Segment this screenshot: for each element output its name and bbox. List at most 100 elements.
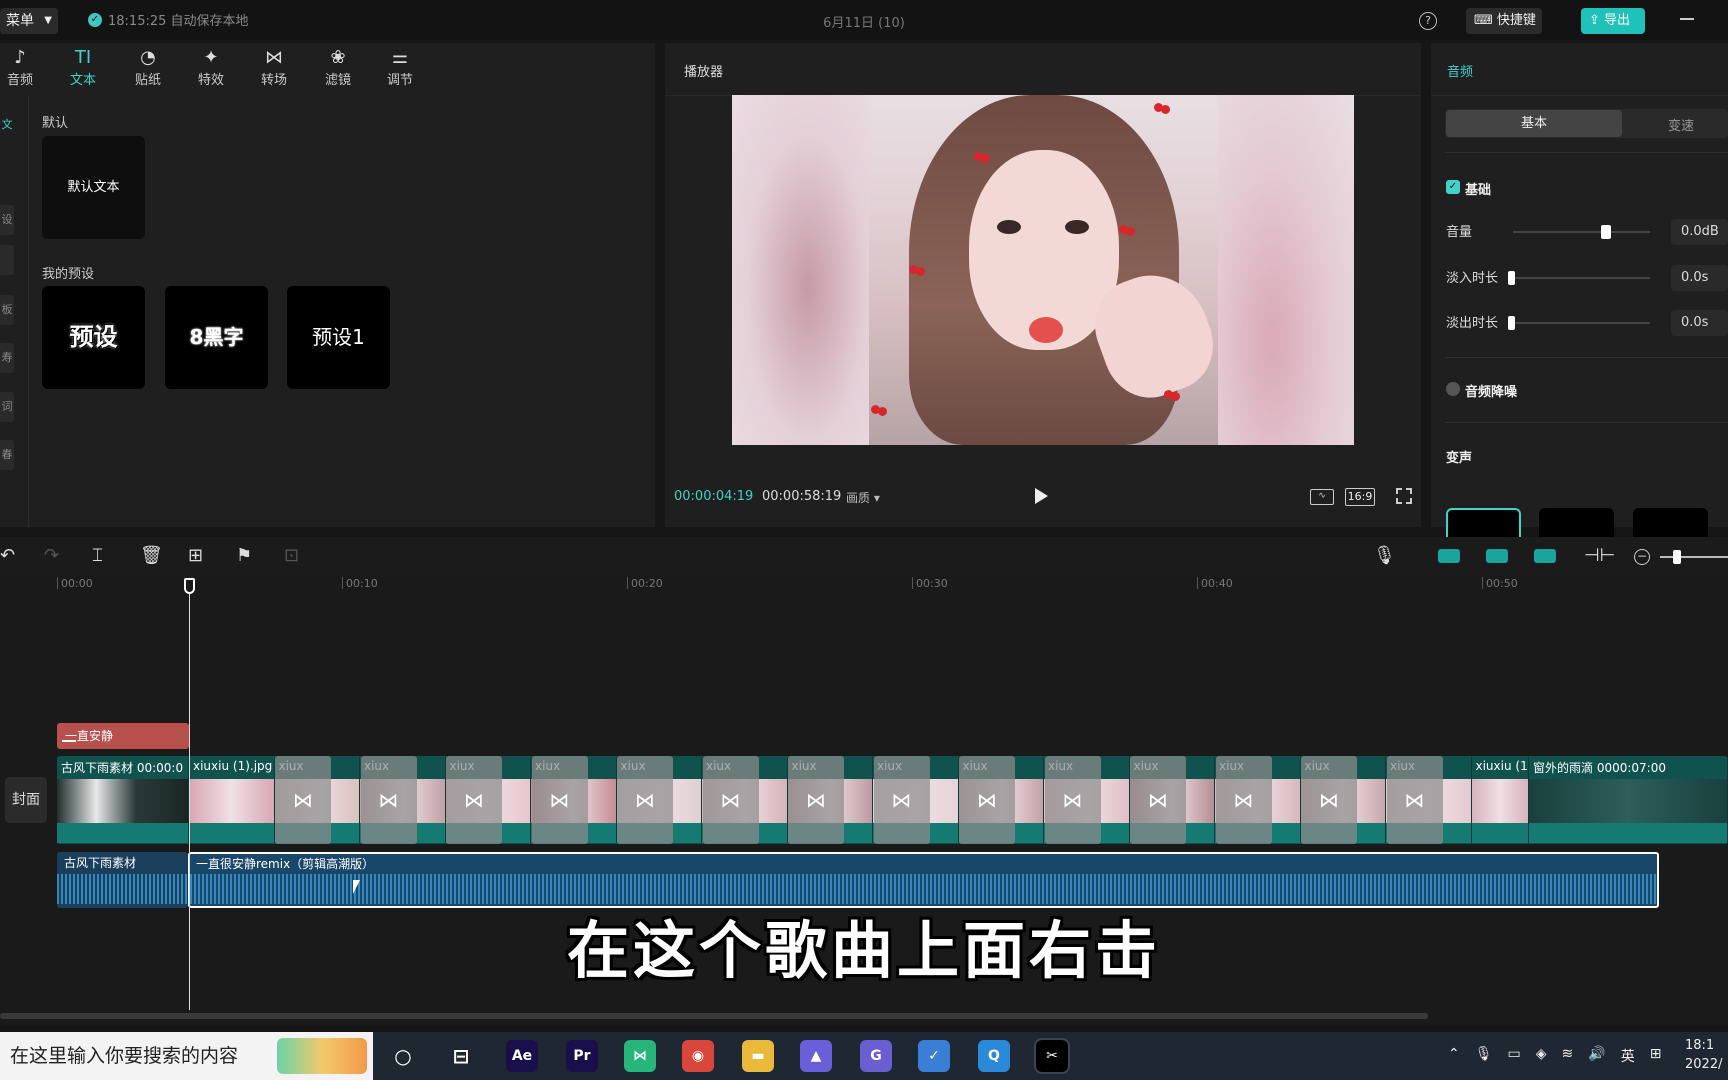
undo-icon[interactable]: ↶ xyxy=(0,547,15,565)
tab-sparkle[interactable]: ✦ 特效 xyxy=(183,47,239,88)
play-icon[interactable] xyxy=(1035,488,1048,504)
transition-icon[interactable]: ⋈ xyxy=(275,756,331,844)
zoom-out-icon[interactable]: − xyxy=(1634,549,1650,565)
chrome-icon[interactable]: ◉ xyxy=(682,1040,714,1072)
voice-option[interactable] xyxy=(1633,508,1708,538)
redo-icon[interactable]: ↷ xyxy=(44,547,59,565)
delete-icon[interactable]: 🗑 xyxy=(140,547,163,565)
transition-icon[interactable]: ⋈ xyxy=(617,756,673,844)
fadein-value[interactable]: 0.0s xyxy=(1671,265,1728,291)
volume-value[interactable]: 0.0dB xyxy=(1671,219,1728,245)
sidebar-item[interactable]: 文 xyxy=(0,110,14,140)
fullscreen-icon[interactable] xyxy=(1396,488,1412,504)
video-clip[interactable]: xiuxiu (15).jpg xyxy=(1471,757,1529,843)
transition-icon[interactable]: ⋈ xyxy=(1301,756,1357,844)
sidebar-item[interactable]: 板 xyxy=(0,295,14,325)
text-clip[interactable]: 一直安静 xyxy=(57,723,189,749)
tab-sticker[interactable]: ◔ 贴纸 xyxy=(120,47,176,88)
transition-icon[interactable]: ⋈ xyxy=(446,756,502,844)
chevron-up-icon[interactable]: ⌃ xyxy=(1448,1046,1460,1066)
sidebar-item[interactable] xyxy=(0,245,14,275)
sidebar-item[interactable]: 设 xyxy=(0,205,14,235)
app-a-icon[interactable]: ▲ xyxy=(800,1040,832,1072)
preset-card-2[interactable]: 8黑字 xyxy=(165,286,268,389)
shortcut-button[interactable]: ⌨ 快捷键 xyxy=(1466,8,1542,34)
ime-icon[interactable]: ⊞ xyxy=(1650,1046,1662,1066)
question-circle-icon[interactable]: ? xyxy=(1419,12,1437,30)
cover-button[interactable]: 封面 xyxy=(5,777,47,823)
capcut-icon[interactable]: ✂ xyxy=(1034,1038,1070,1074)
microphone-icon[interactable]: 🎙 xyxy=(1373,547,1396,565)
video-clip[interactable]: 古风下雨素材 00:00:0 xyxy=(57,757,189,843)
fadeout-slider[interactable] xyxy=(1513,322,1650,324)
battery-icon[interactable]: ▭ xyxy=(1508,1046,1521,1066)
app-g-icon[interactable]: G xyxy=(860,1040,892,1072)
transition-icon[interactable]: ⋈ xyxy=(1386,756,1443,844)
input-language[interactable]: 英 xyxy=(1621,1046,1635,1066)
transition-icon[interactable]: ⋈ xyxy=(873,756,930,844)
transition-icon[interactable]: ⋈ xyxy=(959,756,1015,844)
sidebar-item[interactable]: 春 xyxy=(0,440,14,470)
video-clip[interactable]: 窗外的雨滴 0000:07:00 xyxy=(1529,757,1728,843)
sidebar-item[interactable]: 寿 xyxy=(0,343,14,373)
app-green-icon[interactable]: ⋈ xyxy=(624,1040,656,1072)
fadeout-slider-knob[interactable] xyxy=(1508,316,1515,330)
shield-icon[interactable]: ◈ xyxy=(1536,1046,1547,1066)
transition-icon[interactable]: ⋈ xyxy=(1130,756,1186,844)
split-icon[interactable]: ⌶ xyxy=(92,547,103,565)
folder-icon[interactable]: ▬ xyxy=(742,1040,774,1072)
tab-music[interactable]: ♪ 音频 xyxy=(0,47,48,88)
default-text-card[interactable]: 默认文本 xyxy=(42,136,145,239)
export-button[interactable]: ⇪ 导出 xyxy=(1581,8,1645,34)
timeline-scrollbar[interactable] xyxy=(0,1013,1428,1019)
voice-option-none[interactable] xyxy=(1446,508,1521,538)
crop-icon[interactable]: ⊡ xyxy=(284,547,299,565)
align-icon[interactable]: ⊣⊢ xyxy=(1584,547,1615,565)
mic-tray-icon[interactable]: 🎙 xyxy=(1475,1046,1493,1066)
link-icon[interactable] xyxy=(1486,549,1508,563)
volume-slider[interactable] xyxy=(1513,231,1650,233)
premiere-icon[interactable]: Pr xyxy=(566,1040,598,1072)
magnet-icon[interactable] xyxy=(1438,549,1460,563)
multitask-icon[interactable]: ⊟ xyxy=(445,1040,477,1072)
fadein-slider-knob[interactable] xyxy=(1508,271,1515,285)
transition-icon[interactable]: ⋈ xyxy=(702,756,759,844)
tab-transition[interactable]: ⋈ 转场 xyxy=(246,47,302,88)
zoom-slider-knob[interactable] xyxy=(1673,550,1681,564)
fadeout-value[interactable]: 0.0s xyxy=(1671,310,1728,336)
flag-icon[interactable]: ⚑ xyxy=(236,547,252,565)
app-bird-icon[interactable]: ✓ xyxy=(918,1040,950,1072)
transition-icon[interactable]: ⋈ xyxy=(1215,756,1272,844)
transition-icon[interactable]: ⋈ xyxy=(1044,756,1101,844)
volume-slider-knob[interactable] xyxy=(1601,225,1612,239)
quality-dropdown[interactable]: 画质 ▾ xyxy=(846,489,880,506)
transition-icon[interactable]: ⋈ xyxy=(531,756,588,844)
after-effects-icon[interactable]: Ae xyxy=(506,1040,538,1072)
aspect-ratio-button[interactable]: 16:9 xyxy=(1345,488,1375,506)
video-preview[interactable] xyxy=(732,95,1354,445)
checkbox-checked-icon[interactable]: ✓ xyxy=(1446,180,1460,194)
taskbar-search[interactable]: 在这里输入你要搜索的内容 xyxy=(0,1032,373,1080)
transition-icon[interactable]: ⋈ xyxy=(788,756,844,844)
minimize-icon[interactable] xyxy=(1680,18,1694,20)
fadein-slider[interactable] xyxy=(1513,277,1650,279)
wifi-icon[interactable]: ≋ xyxy=(1562,1046,1574,1066)
video-clip[interactable]: xiuxiu (1).jpg xyxy=(189,757,275,843)
tab-speed[interactable]: 变速 xyxy=(1668,115,1694,134)
preview-axis-icon[interactable] xyxy=(1534,549,1556,563)
sidebar-item[interactable]: 词 xyxy=(0,392,14,422)
zoom-slider[interactable] xyxy=(1660,556,1728,558)
freeze-icon[interactable]: ⊞ xyxy=(188,547,203,565)
volume-icon[interactable]: 🔊 xyxy=(1588,1046,1605,1066)
voice-option[interactable] xyxy=(1539,508,1614,538)
task-view-icon[interactable]: ○ xyxy=(387,1040,419,1072)
playhead-handle[interactable] xyxy=(184,578,195,594)
toggle-off-icon[interactable] xyxy=(1446,382,1460,396)
transition-icon[interactable]: ⋈ xyxy=(360,756,417,844)
app-q-icon[interactable]: Q xyxy=(978,1040,1010,1072)
tab-text[interactable]: TI 文本 xyxy=(55,47,111,88)
taskbar-clock[interactable]: 18:1 2022/ xyxy=(1685,1036,1722,1074)
preset-card-1[interactable]: 预设 xyxy=(42,286,145,389)
waveform-icon[interactable]: ∿ xyxy=(1310,489,1334,505)
tab-adjust[interactable]: ⚌ 调节 xyxy=(372,47,428,88)
